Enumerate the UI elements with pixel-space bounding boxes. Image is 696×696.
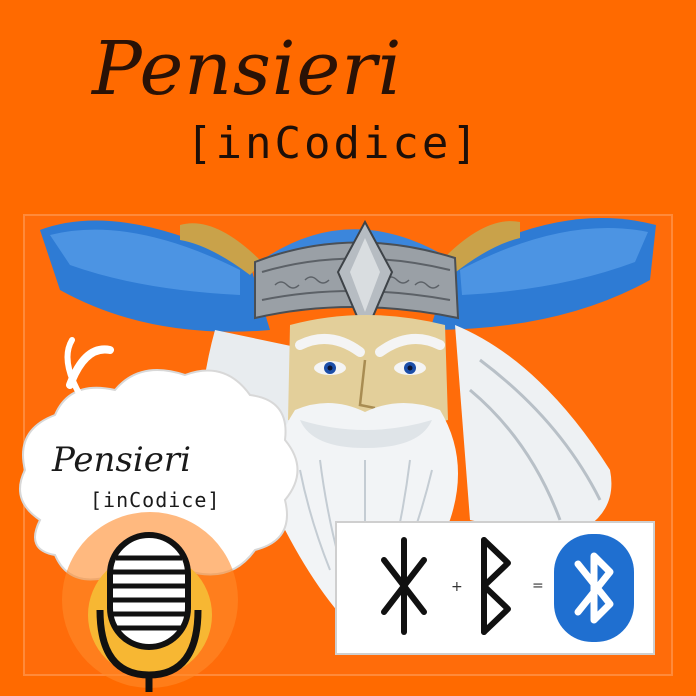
- bluetooth-icon: [554, 534, 634, 642]
- viking-illustration: [19, 214, 673, 692]
- badge-title-script: Pensieri: [52, 440, 191, 480]
- rune-card: [335, 521, 655, 655]
- badge-title-mono: [inCodice]: [90, 488, 221, 512]
- equals-sign: =: [532, 578, 544, 594]
- plus-sign: +: [451, 579, 463, 595]
